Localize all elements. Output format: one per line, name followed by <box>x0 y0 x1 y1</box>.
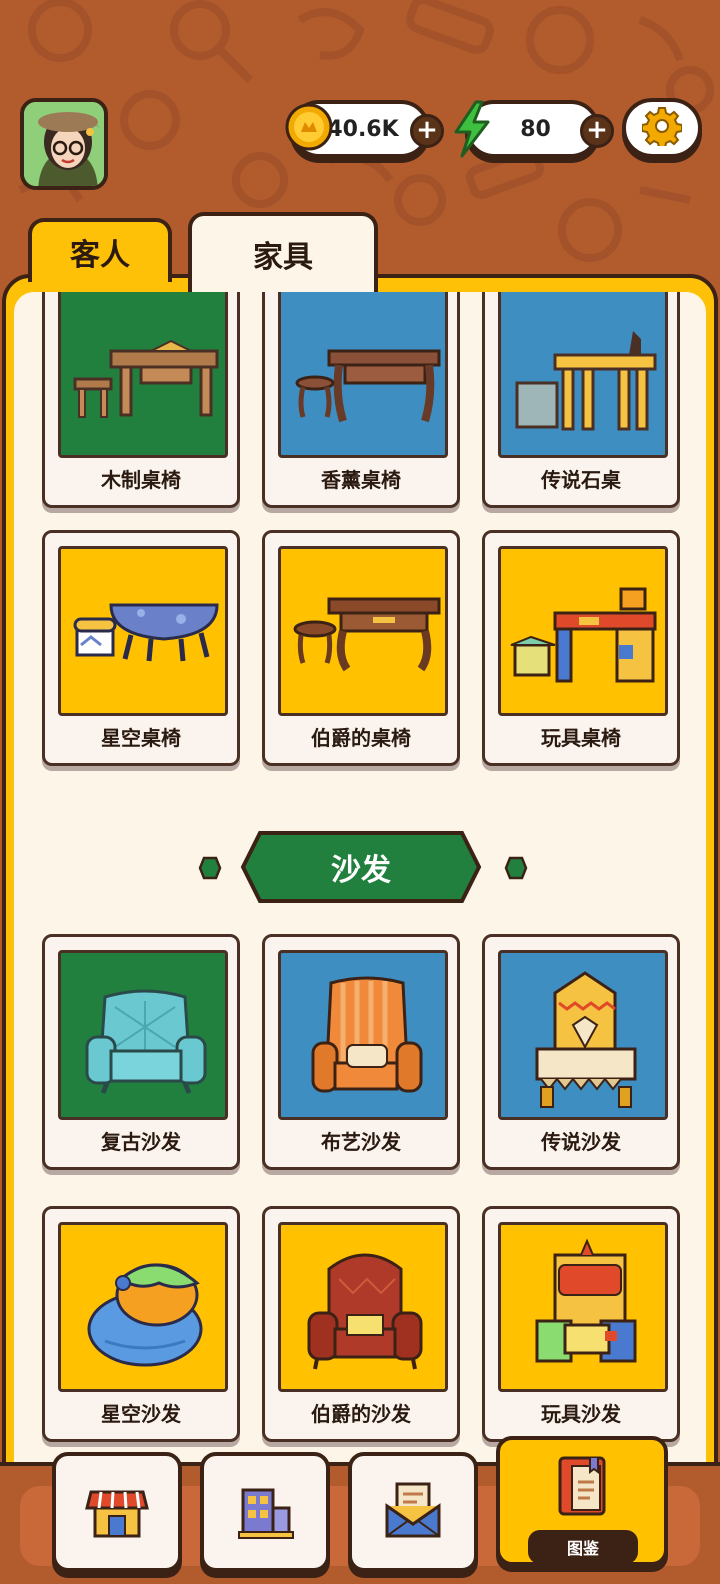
building-icon <box>233 1478 297 1546</box>
furniture-card[interactable]: 玩具桌椅 <box>482 530 680 766</box>
sofa-card[interactable]: 伯爵的沙发 <box>262 1206 460 1442</box>
sofa-card[interactable]: 传说沙发 <box>482 934 680 1170</box>
furniture-card[interactable]: 星空桌椅 <box>42 530 240 766</box>
catalog-label: 图鉴 <box>528 1530 638 1564</box>
sofa-name: 传说沙发 <box>541 1130 621 1154</box>
sofa-card[interactable]: 星空沙发 <box>42 1206 240 1442</box>
sofa-card[interactable]: 复古沙发 <box>42 934 240 1170</box>
furniture-name: 伯爵的桌椅 <box>311 726 411 750</box>
settings-button[interactable] <box>622 98 702 158</box>
sofa-card[interactable]: 玩具沙发 <box>482 1206 680 1442</box>
furniture-card[interactable]: 香薰桌椅 <box>262 292 460 508</box>
add-coins-button[interactable]: + <box>410 114 444 148</box>
furniture-name: 星空桌椅 <box>101 726 181 750</box>
furniture-card[interactable]: 伯爵的桌椅 <box>262 530 460 766</box>
section-banner: 沙发 <box>240 830 482 904</box>
sofa-image <box>278 950 448 1120</box>
nav-mail-button[interactable] <box>348 1452 478 1572</box>
tab-furniture[interactable]: 家具 <box>188 212 378 292</box>
energy-value: 80 <box>520 116 551 142</box>
furniture-name: 木制桌椅 <box>101 468 181 492</box>
furniture-image <box>58 292 228 458</box>
sofa-image <box>498 1222 668 1392</box>
sofa-name: 复古沙发 <box>101 1130 181 1154</box>
collection-scroll-area[interactable]: 木制桌椅 香薰桌椅 传说石桌 星空桌椅 伯爵的桌椅 玩具桌椅 沙发 复古沙发 布… <box>14 292 706 1584</box>
sofa-name: 星空沙发 <box>101 1402 181 1426</box>
gear-icon <box>641 106 683 150</box>
coin-icon <box>284 102 334 152</box>
furniture-card[interactable]: 木制桌椅 <box>42 292 240 508</box>
catalog-book-icon <box>550 1452 614 1526</box>
player-avatar[interactable] <box>20 98 108 190</box>
sofa-name: 布艺沙发 <box>321 1130 401 1154</box>
sofa-card[interactable]: 布艺沙发 <box>262 934 460 1170</box>
furniture-name: 香薰桌椅 <box>321 468 401 492</box>
tab-guests[interactable]: 客人 <box>28 218 172 282</box>
sofa-image <box>58 1222 228 1392</box>
lightning-icon <box>452 100 492 158</box>
sofa-image <box>498 950 668 1120</box>
furniture-image <box>278 546 448 716</box>
section-title: 沙发 <box>331 853 391 888</box>
mail-icon <box>381 1478 445 1546</box>
furniture-image <box>58 546 228 716</box>
sofa-name: 伯爵的沙发 <box>311 1402 411 1426</box>
section-dot-left <box>198 856 222 880</box>
furniture-card[interactable]: 传说石桌 <box>482 292 680 508</box>
collection-panel: 木制桌椅 香薰桌椅 传说石桌 星空桌椅 伯爵的桌椅 玩具桌椅 沙发 复古沙发 布… <box>2 274 718 1584</box>
furniture-image <box>278 292 448 458</box>
nav-building-button[interactable] <box>200 1452 330 1572</box>
furniture-image <box>498 292 668 458</box>
nav-shop-button[interactable] <box>52 1452 182 1572</box>
sofa-image <box>58 950 228 1120</box>
sofa-name: 玩具沙发 <box>541 1402 621 1426</box>
sofa-image <box>278 1222 448 1392</box>
shop-icon <box>85 1478 149 1546</box>
furniture-name: 传说石桌 <box>541 468 621 492</box>
furniture-name: 玩具桌椅 <box>541 726 621 750</box>
section-dot-right <box>504 856 528 880</box>
furniture-image <box>498 546 668 716</box>
add-energy-button[interactable]: + <box>580 114 614 148</box>
